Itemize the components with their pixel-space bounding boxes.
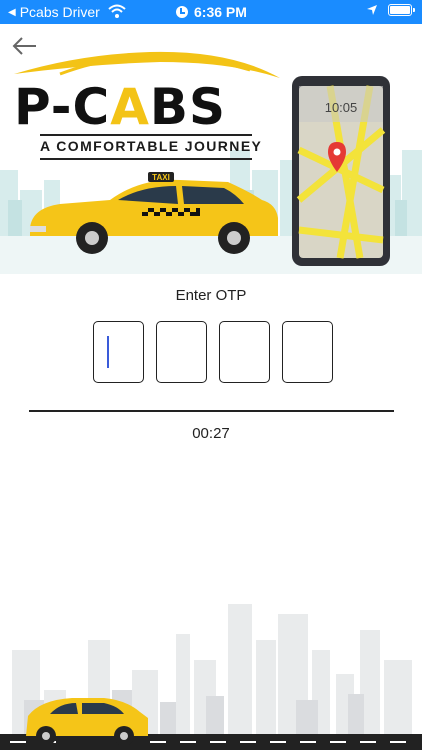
taxi-sign-text: TAXI (152, 173, 170, 182)
logo-accent: A (110, 78, 150, 136)
otp-divider (29, 410, 394, 412)
location-arrow-icon (367, 5, 377, 15)
otp-countdown-timer: 00:27 (192, 425, 230, 442)
logo-prefix: P-C (14, 78, 111, 136)
status-right (366, 4, 415, 16)
footer-city-illustration (0, 604, 422, 750)
otp-digit-4[interactable] (282, 321, 333, 383)
logo-suffix: BS (149, 78, 227, 136)
otp-digit-3[interactable] (219, 321, 270, 383)
status-time: 6:36 PM (194, 4, 247, 20)
status-bar: ◀ Pcabs Driver 6:36 PM (0, 0, 422, 24)
back-triangle-icon: ◀ (8, 6, 16, 18)
clock: 6:36 PM (176, 4, 247, 20)
tagline: A COMFORTABLE JOURNEY (40, 138, 263, 154)
tagline-rule-bottom (40, 158, 252, 160)
back-app-label: Pcabs Driver (19, 4, 100, 20)
otp-input-row (93, 321, 333, 383)
app-logo: P-CABS (14, 82, 226, 132)
otp-digit-1[interactable] (93, 321, 144, 383)
alarm-icon (176, 6, 188, 18)
back-arrow-icon[interactable] (10, 34, 40, 58)
battery-icon (388, 4, 415, 16)
otp-label: Enter OTP (175, 287, 247, 304)
back-to-app-link[interactable]: ◀ Pcabs Driver (8, 4, 100, 20)
otp-digit-2[interactable] (156, 321, 207, 383)
phone-clock-text: 10:05 (325, 100, 358, 115)
otp-screen: ◀ Pcabs Driver 6:36 PM TAXI 10:05 P-CABS… (0, 0, 422, 750)
phone-map-illustration: 10:05 (292, 76, 390, 266)
tagline-rule-top (40, 134, 252, 136)
wifi-icon (108, 4, 126, 18)
